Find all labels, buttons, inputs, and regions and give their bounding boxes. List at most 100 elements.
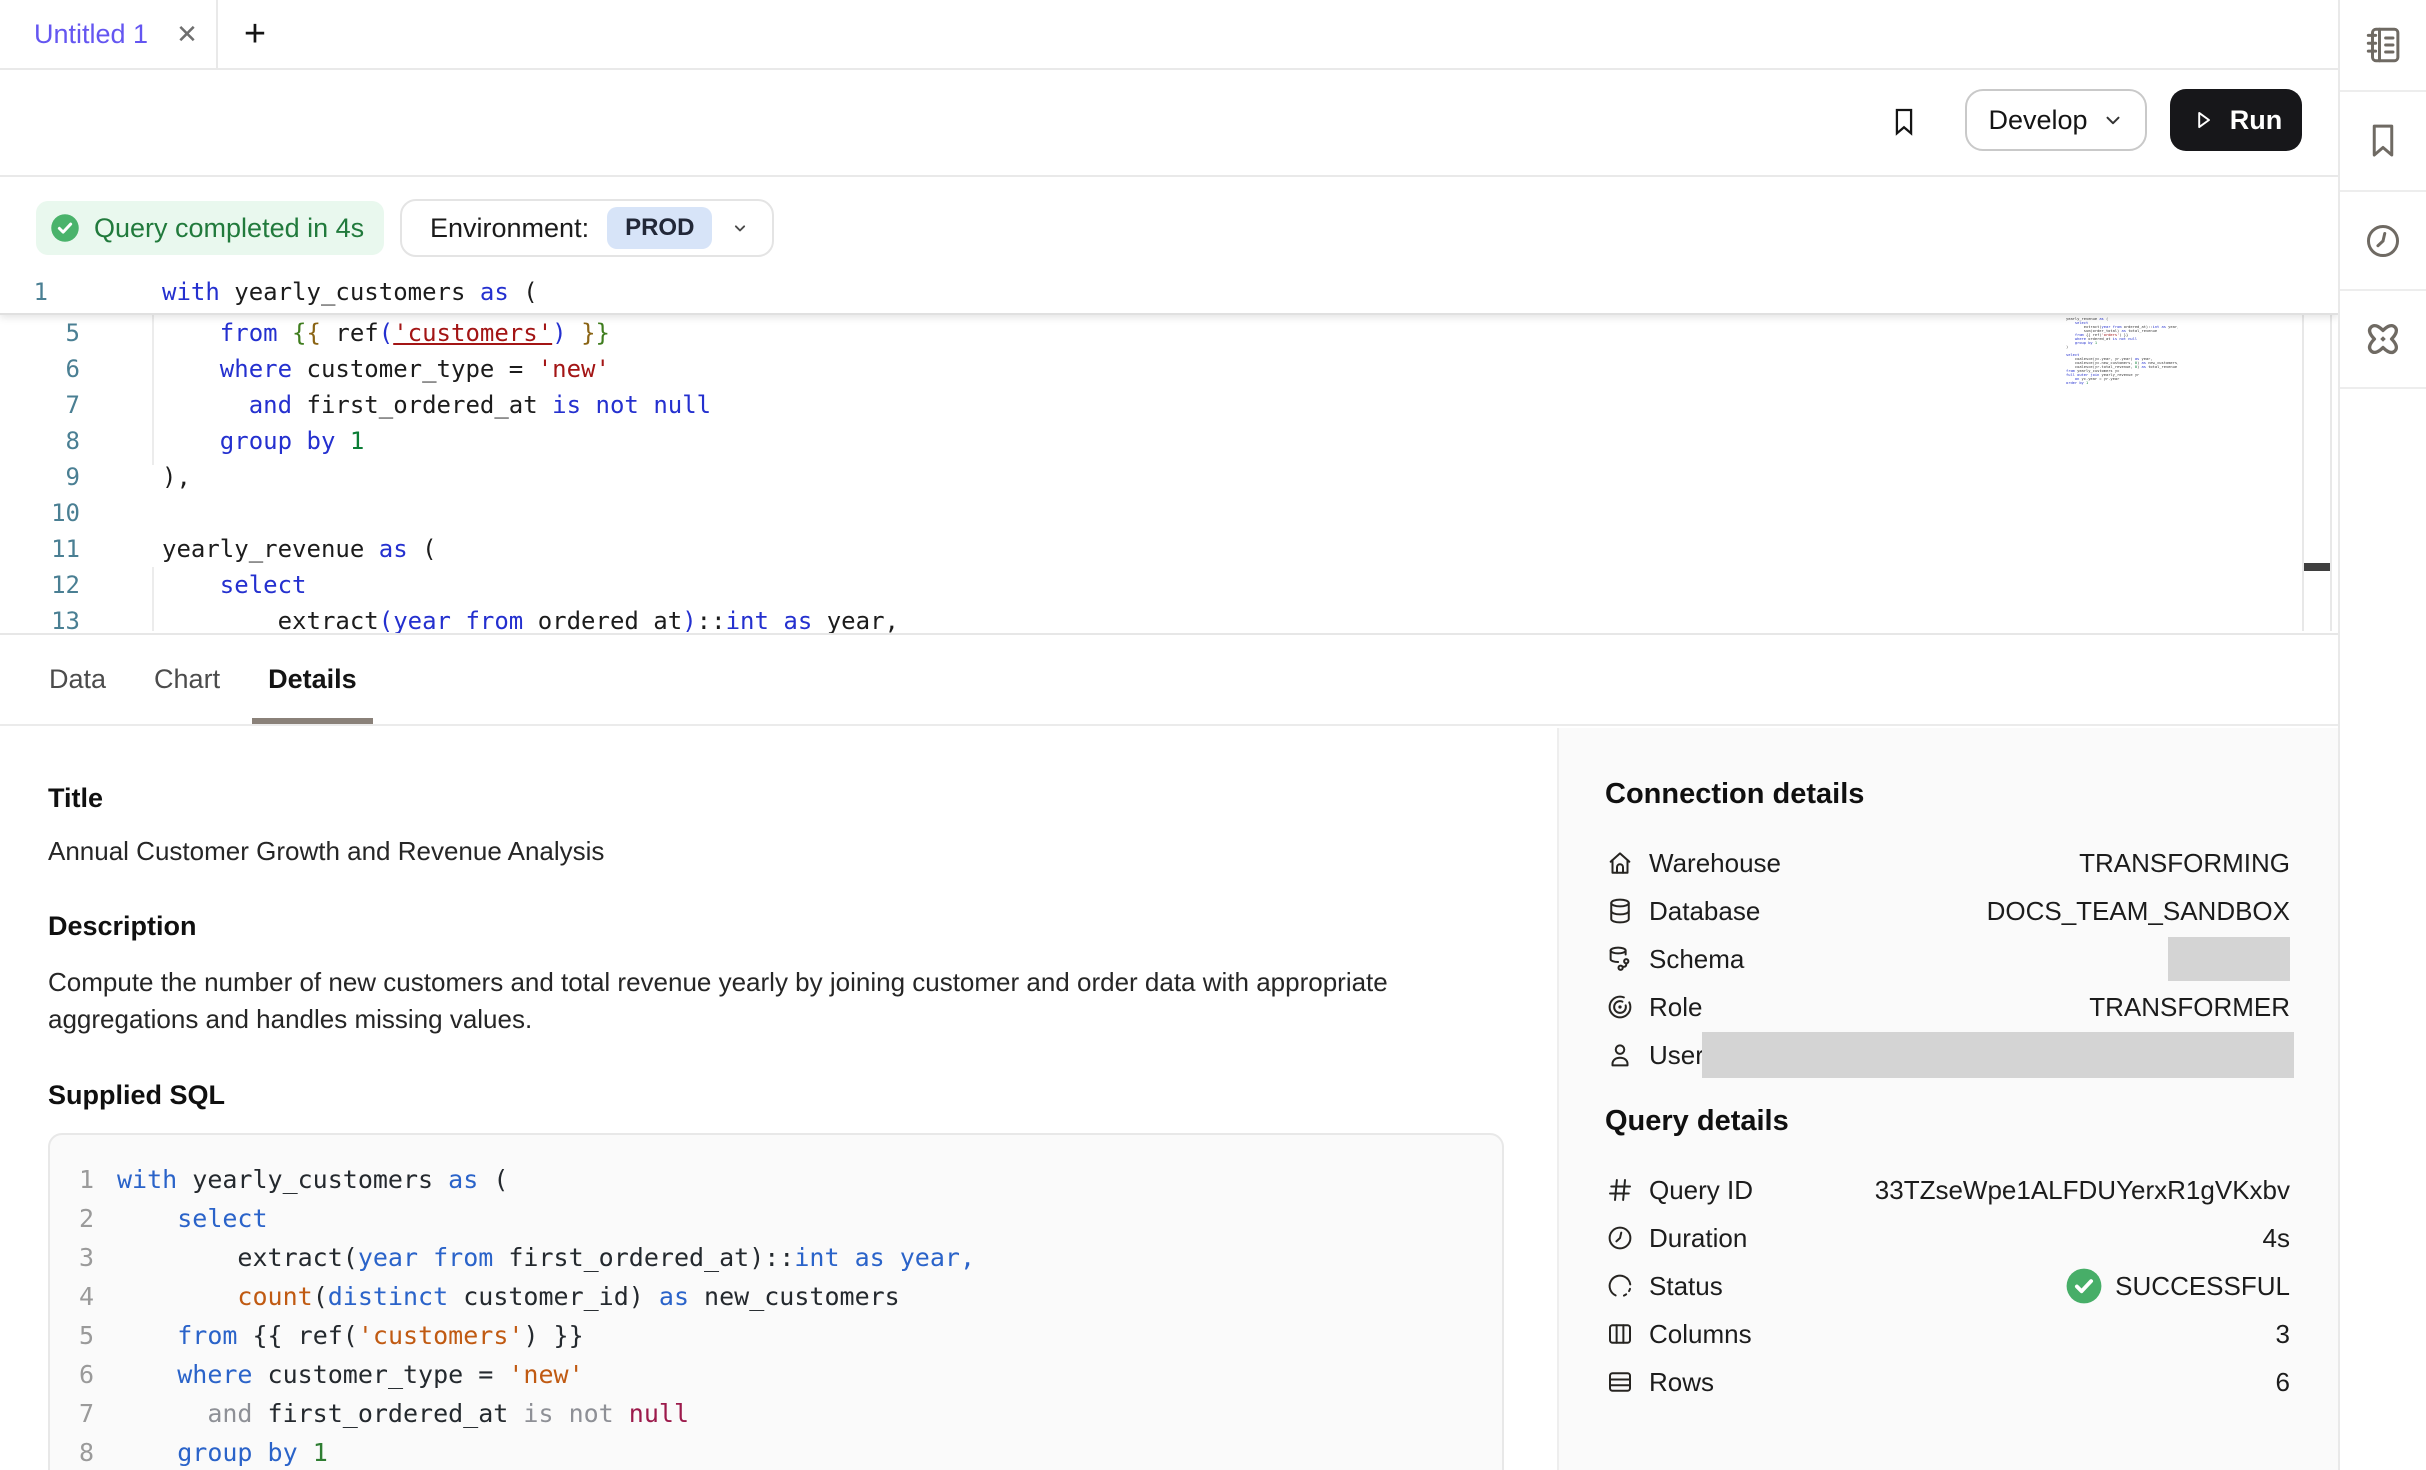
- code-line: extract(year from first_ordered_at)::int…: [117, 1238, 975, 1277]
- result-tabs: Data Chart Details: [0, 635, 2338, 726]
- redacted-value: [1702, 1032, 2294, 1078]
- minimap-line: order by 1: [2066, 381, 2178, 385]
- line-number: 2: [50, 1199, 94, 1238]
- row-value: TRANSFORMING: [2079, 848, 2290, 879]
- line-number: 11: [0, 531, 80, 567]
- toolbar: Develop Run: [0, 70, 2338, 177]
- tab-chart[interactable]: Chart: [154, 635, 220, 724]
- connection-row-user: User: [1605, 1031, 2290, 1079]
- play-icon: [2190, 107, 2216, 133]
- sql-line: 2 select: [50, 1199, 1502, 1238]
- code-line: ),: [162, 459, 191, 495]
- scrollbar-thumb[interactable]: [2304, 563, 2330, 571]
- description-heading: Description: [48, 911, 1557, 942]
- query-row-rows: Rows6: [1605, 1358, 2290, 1406]
- row-value: 33TZseWpe1ALFDUYerxR1gVKxbv: [1875, 1175, 2290, 1206]
- row-value: 3: [2276, 1319, 2290, 1350]
- sql-editor[interactable]: 5 from {{ ref('customers') }}6 where cus…: [0, 273, 2338, 635]
- sidebar-dbt-icon[interactable]: [2340, 291, 2426, 389]
- run-label: Run: [2230, 105, 2282, 136]
- connection-row-role: RoleTRANSFORMER: [1605, 983, 2290, 1031]
- editor-line[interactable]: 11 yearly_revenue as (: [0, 531, 2338, 567]
- editor-line[interactable]: 5 from {{ ref('customers') }}: [0, 315, 2338, 351]
- sticky-code-line: with yearly_customers as (: [162, 273, 538, 311]
- editor-line[interactable]: 10: [0, 495, 2338, 531]
- details-panel: Title Annual Customer Growth and Revenue…: [0, 728, 2338, 1470]
- row-value: 6: [2276, 1367, 2290, 1398]
- row-label: Query ID: [1649, 1175, 1753, 1206]
- row-label: Status: [1649, 1271, 1723, 1302]
- sidebar-notebook-icon[interactable]: [2340, 0, 2426, 92]
- develop-label: Develop: [1988, 105, 2087, 136]
- details-right-column: Connection details WarehouseTRANSFORMING…: [1557, 728, 2338, 1470]
- right-icon-sidebar: [2338, 0, 2426, 1470]
- line-number: 8: [50, 1433, 94, 1470]
- editor-line[interactable]: 7 and first_ordered_at is not null: [0, 387, 2338, 423]
- check-circle-icon: [50, 213, 80, 243]
- query-row-query-id: Query ID 33TZseWpe1ALFDUYerxR1gVKxbv: [1605, 1166, 2290, 1214]
- connection-row-database: DatabaseDOCS_TEAM_SANDBOX: [1605, 887, 2290, 935]
- code-line: and first_ordered_at is not null: [117, 1394, 689, 1433]
- details-left-column: Title Annual Customer Growth and Revenue…: [0, 728, 1557, 1470]
- line-number: 1: [50, 1160, 94, 1199]
- tab-details[interactable]: Details: [268, 635, 357, 724]
- query-row-columns: Columns3: [1605, 1310, 2290, 1358]
- document-tabbar: Untitled 1 ✕ +: [0, 0, 2338, 70]
- line-number: 13: [0, 603, 80, 635]
- code-line: count(distinct customer_id) as new_custo…: [117, 1277, 900, 1316]
- success-check-icon: [2065, 1267, 2103, 1305]
- sidebar-bookmark-icon[interactable]: [2340, 92, 2426, 192]
- status-row: Query completed in 4s Environment: PROD: [0, 177, 2338, 273]
- code-line: from {{ ref('customers') }}: [117, 1316, 584, 1355]
- chevron-down-icon: [730, 218, 750, 238]
- row-label: Warehouse: [1649, 848, 1781, 879]
- title-value: Annual Customer Growth and Revenue Analy…: [48, 836, 1557, 867]
- code-line: extract(year from ordered_at)::int as ye…: [162, 603, 899, 635]
- line-number: 7: [0, 387, 80, 423]
- editor-scrollbar[interactable]: [2302, 273, 2332, 631]
- warehouse-icon: [1605, 848, 1635, 878]
- line-number: 8: [0, 423, 80, 459]
- editor-line[interactable]: 13 extract(year from ordered_at)::int as…: [0, 603, 2338, 635]
- tab-data[interactable]: Data: [49, 635, 106, 724]
- bookmark-icon[interactable]: [1884, 92, 1924, 152]
- environment-selector[interactable]: Environment: PROD: [400, 199, 774, 257]
- row-value: TRANSFORMER: [2089, 992, 2290, 1023]
- develop-dropdown-button[interactable]: Develop: [1965, 89, 2147, 151]
- query-details-heading: Query details: [1605, 1105, 2290, 1138]
- title-heading: Title: [48, 783, 1557, 814]
- connection-rows: Warehouse TRANSFORMING DatabaseDOCS_TEAM_S…: [1605, 839, 2290, 1079]
- editor-line[interactable]: 9),: [0, 459, 2338, 495]
- add-tab-button[interactable]: +: [232, 0, 278, 68]
- main-area: Untitled 1 ✕ + Develop Run: [0, 0, 2338, 1470]
- columns-icon: [1605, 1319, 1635, 1349]
- environment-value-chip: PROD: [607, 207, 712, 249]
- close-icon[interactable]: ✕: [176, 21, 198, 47]
- code-line: with yearly_customers as (: [117, 1160, 508, 1199]
- run-button[interactable]: Run: [2170, 89, 2302, 151]
- sticky-scroll-line: 1 with yearly_customers as (: [0, 273, 2338, 315]
- hash-icon: [1605, 1175, 1635, 1205]
- sidebar-history-icon[interactable]: [2340, 192, 2426, 291]
- tab-untitled-1[interactable]: Untitled 1 ✕: [0, 0, 218, 68]
- sql-line: 6 where customer_type = 'new': [50, 1355, 1502, 1394]
- line-number: 7: [50, 1394, 94, 1433]
- editor-line[interactable]: 6 where customer_type = 'new': [0, 351, 2338, 387]
- spinner-icon: [1605, 1271, 1635, 1301]
- user-icon: [1605, 1040, 1635, 1070]
- code-line: where customer_type = 'new': [162, 351, 610, 387]
- editor-line[interactable]: 12 select: [0, 567, 2338, 603]
- code-line: group by 1: [117, 1433, 328, 1470]
- code-line: from {{ ref('customers') }}: [162, 315, 610, 351]
- row-label: User: [1649, 1040, 1704, 1071]
- connection-row-warehouse: Warehouse TRANSFORMING: [1605, 839, 2290, 887]
- editor-line[interactable]: 8 group by 1: [0, 423, 2338, 459]
- environment-label: Environment:: [430, 213, 589, 244]
- row-label: Schema: [1649, 944, 1744, 975]
- code-line: yearly_revenue as (: [162, 531, 437, 567]
- clock-icon: [1605, 1223, 1635, 1253]
- code-line: and first_ordered_at is not null: [162, 387, 711, 423]
- sql-ide-app: Untitled 1 ✕ + Develop Run: [0, 0, 2426, 1470]
- query-row-duration: Duration4s: [1605, 1214, 2290, 1262]
- row-value: DOCS_TEAM_SANDBOX: [1987, 896, 2290, 927]
